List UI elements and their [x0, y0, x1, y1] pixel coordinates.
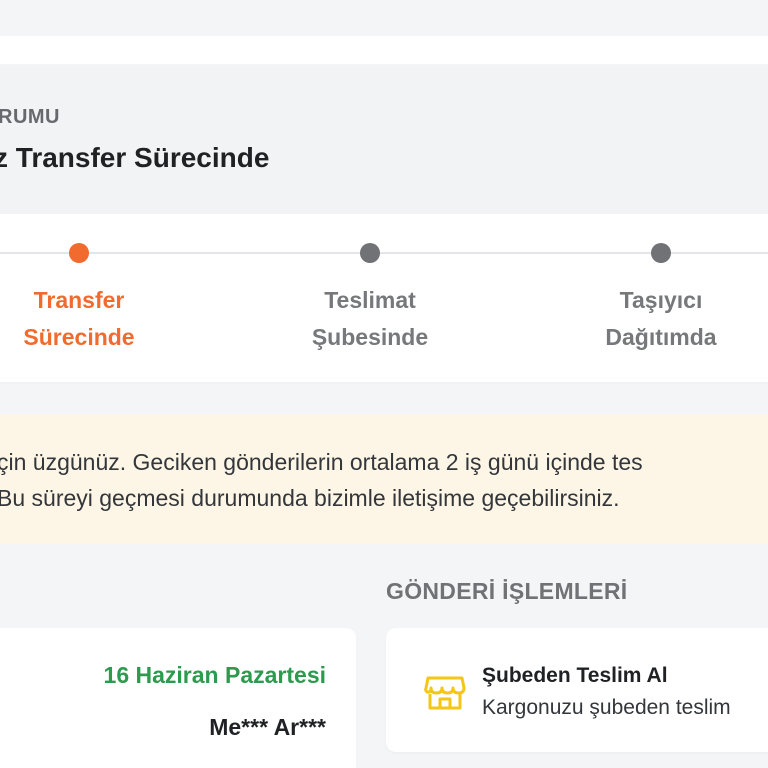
- shipment-stepper: Transfer Sürecinde Teslimat Şubesinde Ta…: [0, 214, 768, 382]
- status-title: z Transfer Sürecinde: [0, 142, 270, 173]
- delay-notice: çin üzgünüz. Geciken gönderilerin ortala…: [0, 414, 768, 544]
- status-label: RUMU: [0, 106, 60, 128]
- step-label-line1: Teslimat: [324, 287, 416, 313]
- notice-line-2: Bu süreyi geçmesi durumunda bizimle ilet…: [0, 485, 620, 511]
- notice-line-1: çin üzgünüz. Geciken gönderilerin ortala…: [0, 449, 643, 475]
- step-dot-transfer: [69, 243, 89, 263]
- step-label-line2: Dağıtımda: [605, 324, 717, 350]
- store-icon: [424, 676, 466, 710]
- pickup-from-branch-action[interactable]: Şubeden Teslim Al Kargonuzu şubeden tesl…: [386, 628, 768, 752]
- action-title: Şubeden Teslim Al: [482, 664, 668, 687]
- step-label-courier: Taşıyıcı Dağıtımda: [571, 282, 751, 356]
- step-dot-courier: [651, 243, 671, 263]
- step-label-line2: Sürecinde: [23, 324, 135, 350]
- step-dot-delivery-branch: [360, 243, 380, 263]
- shipment-actions-title: GÖNDERİ İŞLEMLERİ: [386, 578, 628, 604]
- delivery-date: 16 Haziran Pazartesi: [103, 662, 326, 688]
- step-label-line2: Şubesinde: [311, 324, 429, 350]
- step-label-transfer: Transfer Sürecinde: [0, 282, 169, 356]
- step-label-delivery-branch: Teslimat Şubesinde: [280, 282, 460, 356]
- delay-notice-text: çin üzgünüz. Geciken gönderilerin ortala…: [0, 444, 768, 516]
- step-label-line1: Taşıyıcı: [619, 287, 703, 313]
- action-description: Kargonuzu şubeden teslim: [482, 696, 731, 719]
- delivery-info-card: 16 Haziran Pazartesi Me*** Ar***: [0, 628, 356, 768]
- recipient-name: Me*** Ar***: [209, 714, 326, 740]
- step-label-line1: Transfer: [33, 287, 125, 313]
- top-strip: [0, 36, 768, 64]
